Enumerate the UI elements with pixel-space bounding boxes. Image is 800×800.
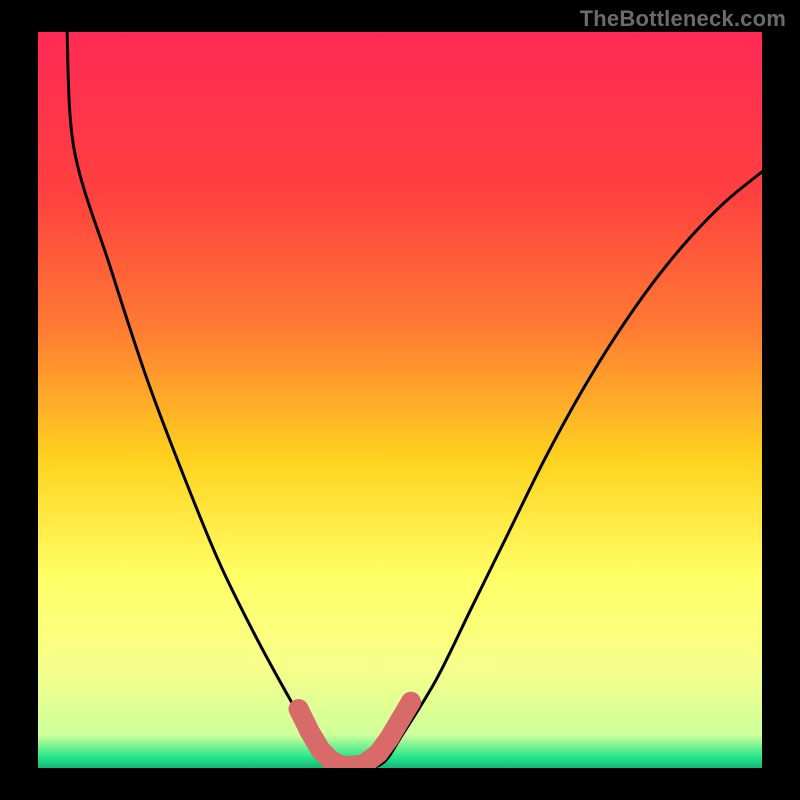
valley-marker <box>379 729 399 749</box>
valley-marker <box>300 721 320 741</box>
chart-frame: TheBottleneck.com <box>0 0 800 800</box>
valley-marker <box>289 699 309 719</box>
valley-marker <box>401 692 421 712</box>
plot-background <box>38 32 762 768</box>
bottleneck-chart <box>0 0 800 800</box>
valley-marker <box>390 710 410 730</box>
